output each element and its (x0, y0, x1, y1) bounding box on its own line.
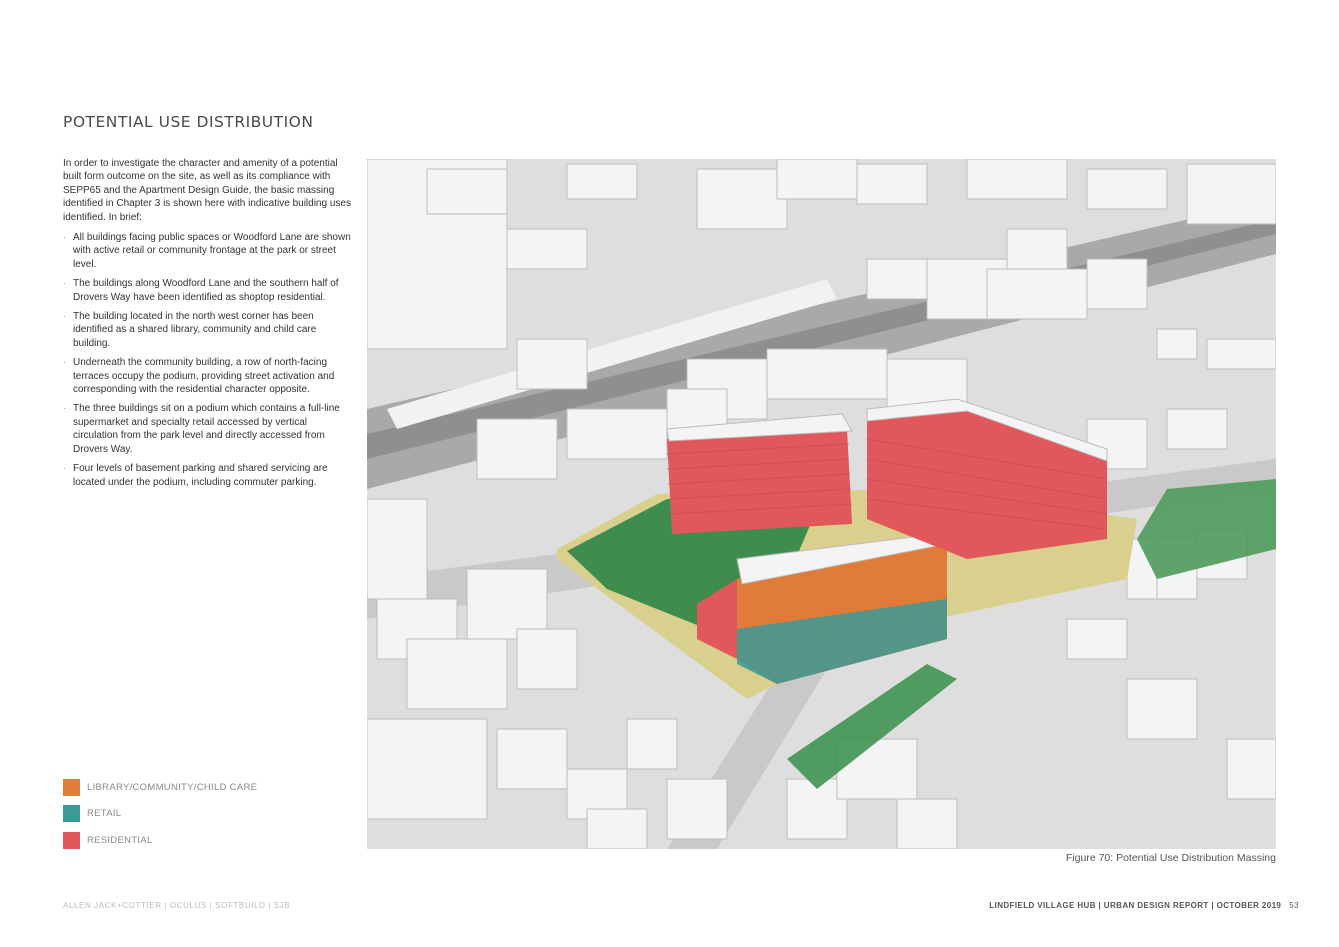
legend-swatch-retail (63, 805, 80, 822)
bullet-text: The buildings along Woodford Lane and th… (73, 278, 339, 303)
bullet-list: · All buildings facing public spaces or W… (63, 231, 353, 495)
page-number: 53 (1289, 901, 1299, 910)
legend-swatch-residential (63, 831, 80, 849)
bullet-item: · The three buildings sit on a podium whi… (63, 402, 353, 456)
legend-item-library: LIBRARY/COMMUNITY/CHILD CARE (63, 778, 257, 796)
bullet-item: · The buildings along Woodford Lane and t… (63, 277, 353, 304)
bullet-item: · The building located in the north west … (63, 310, 353, 350)
page-title: POTENTIAL USE DISTRIBUTION (63, 113, 314, 131)
footer-report-title: LINDFIELD VILLAGE HUB | URBAN DESIGN REP… (989, 901, 1282, 910)
bullet-glyph: · (63, 403, 66, 414)
bullet-glyph: · (63, 232, 66, 242)
legend-label-residential: RESIDENTIAL (87, 834, 153, 846)
legend-item-residential: RESIDENTIAL (63, 831, 257, 849)
figure-caption: Figure 70: Potential Use Distribution Ma… (1065, 852, 1276, 864)
legend-item-retail: RETAIL (63, 805, 257, 823)
massing-illustration (367, 159, 1276, 849)
legend-label-library: LIBRARY/COMMUNITY/CHILD CARE (87, 781, 258, 793)
bullet-item: · Four levels of basement parking and sha… (63, 462, 353, 489)
bullet-glyph: · (63, 463, 66, 474)
bullet-glyph: · (63, 278, 66, 289)
bullet-text: Four levels of basement parking and shar… (73, 463, 328, 488)
residential-block-a (667, 429, 852, 534)
intro-paragraph: In order to investigate the character an… (63, 158, 351, 223)
bullet-text: Underneath the community building, a row… (73, 357, 335, 396)
footer-credits: ALLEN JACK+COTTIER | OCULUS | SOFTBUILD … (63, 901, 291, 910)
bullet-text: All buildings facing public spaces or Wo… (73, 232, 351, 270)
bullet-text: The building located in the north west c… (73, 311, 317, 349)
use-legend: LIBRARY/COMMUNITY/CHILD CARE RETAIL RESI… (63, 778, 257, 858)
bullet-item: · All buildings facing public spaces or W… (63, 231, 353, 271)
bullet-glyph: · (63, 311, 66, 322)
massing-figure (367, 159, 1276, 849)
bullet-glyph: · (63, 357, 66, 368)
bullet-item: · Underneath the community building, a ro… (63, 356, 353, 396)
footer-report: LINDFIELD VILLAGE HUB | URBAN DESIGN REP… (989, 901, 1299, 910)
legend-label-retail: RETAIL (87, 808, 122, 819)
legend-swatch-library (63, 778, 80, 796)
bullet-text: The three buildings sit on a podium whic… (73, 403, 340, 455)
